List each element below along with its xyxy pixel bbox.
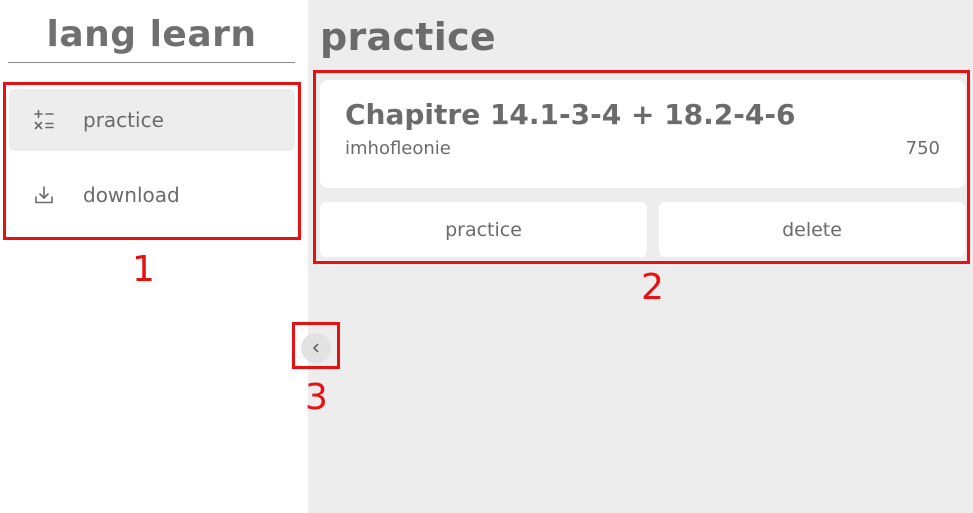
calculator-ops-icon bbox=[33, 109, 55, 131]
annotation-label-3: 3 bbox=[305, 377, 328, 418]
page-title: practice bbox=[320, 15, 496, 59]
sidebar-item-practice[interactable]: practice bbox=[9, 89, 295, 151]
deck-count: 750 bbox=[905, 138, 940, 159]
sidebar: lang learn practice download bbox=[0, 0, 308, 513]
app-title: lang learn bbox=[8, 12, 295, 63]
sidebar-item-label: download bbox=[83, 183, 180, 207]
delete-button[interactable]: delete bbox=[659, 202, 965, 257]
deck-title: Chapitre 14.1-3-4 + 18.2-4-6 bbox=[345, 98, 796, 131]
download-icon bbox=[33, 184, 55, 206]
sidebar-item-label: practice bbox=[83, 108, 164, 132]
deck-card[interactable]: Chapitre 14.1-3-4 + 18.2-4-6 imhofleonie… bbox=[320, 80, 965, 188]
practice-button[interactable]: practice bbox=[320, 202, 647, 257]
sidebar-item-download[interactable]: download bbox=[9, 164, 295, 226]
deck-author: imhofleonie bbox=[345, 138, 451, 159]
annotation-label-2: 2 bbox=[641, 267, 664, 308]
chevron-left-icon bbox=[310, 339, 322, 358]
collapse-sidebar-button[interactable] bbox=[301, 333, 331, 363]
